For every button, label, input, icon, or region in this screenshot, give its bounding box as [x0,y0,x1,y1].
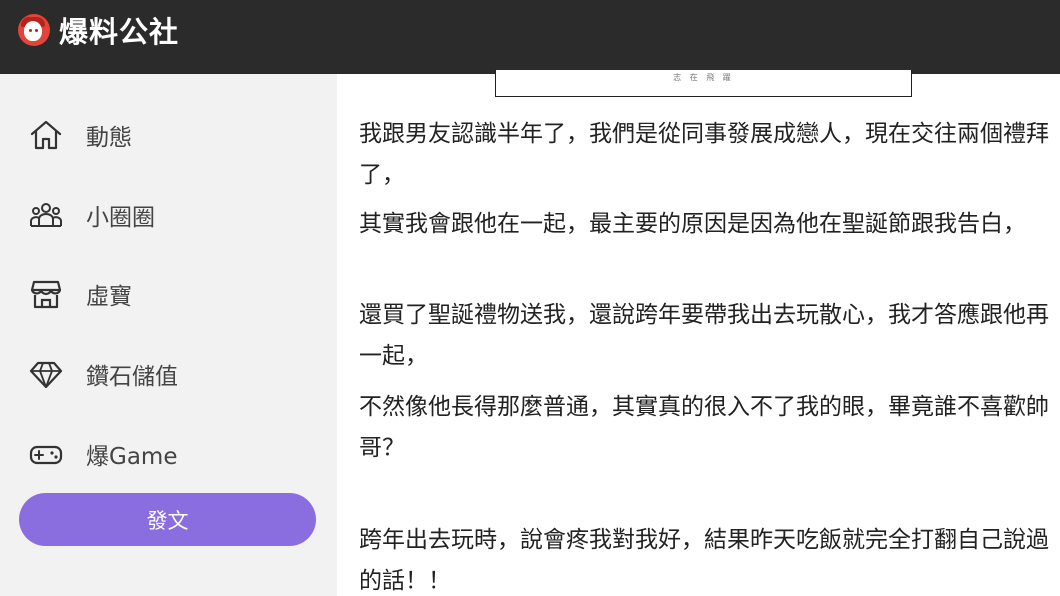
site-name: 爆料公社 [59,15,180,49]
paragraph: 我跟男友認識半年了，我們是從同事發展成戀人，現在交往兩個禮拜了， [359,121,1049,188]
sidebar: 動態 小圈圈 虛寶 鑽石儲值 爆Game 發文 [0,74,337,596]
store-icon [30,280,62,309]
sidebar-item-label: 動態 [86,125,132,151]
sidebar-item-label: 小圈圈 [86,205,155,231]
mascot-logo-icon [18,14,50,46]
home-icon [30,120,62,150]
sidebar-item-game[interactable]: 爆Game [28,434,177,474]
paragraph: 其實我會跟他在一起，最主要的原因是因為他在聖誕節跟我告白， [359,211,1026,237]
sidebar-item-label: 鑽石儲值 [86,364,178,390]
image-caption: 志 在 飛 躍 [673,73,734,82]
post-content: 志 在 飛 躍 我跟男友認識半年了，我們是從同事發展成戀人，現在交往兩個禮拜了，… [337,70,1060,596]
sidebar-item-label: 爆Game [86,444,178,470]
paragraph: 不然像他長得那麼普通，其實真的很入不了我的眼，畢竟誰不喜歡帥哥？ [359,394,1049,461]
new-post-button[interactable]: 發文 [19,493,316,546]
paragraph: 跨年出去玩時，說會疼我對我好，結果昨天吃飯就完全打翻自己說過的話！！ [359,527,1049,594]
sidebar-item-label: 虛寶 [86,284,132,310]
diamond-icon [29,361,63,389]
post-image[interactable]: 志 在 飛 躍 [495,70,912,97]
sidebar-item-groups[interactable]: 小圈圈 [28,195,155,235]
sidebar-item-diamond-topup[interactable]: 鑽石儲值 [28,354,178,394]
paragraph: 還買了聖誕禮物送我，還說跨年要帶我出去玩散心，我才答應跟他再一起， [359,302,1049,369]
top-bar: 爆料公社 [0,0,1060,74]
gamepad-icon [29,445,63,465]
sidebar-item-items[interactable]: 虛寶 [28,274,132,314]
sidebar-item-feed[interactable]: 動態 [28,115,132,155]
group-icon [30,203,62,227]
site-logo[interactable]: 爆料公社 [18,9,179,51]
